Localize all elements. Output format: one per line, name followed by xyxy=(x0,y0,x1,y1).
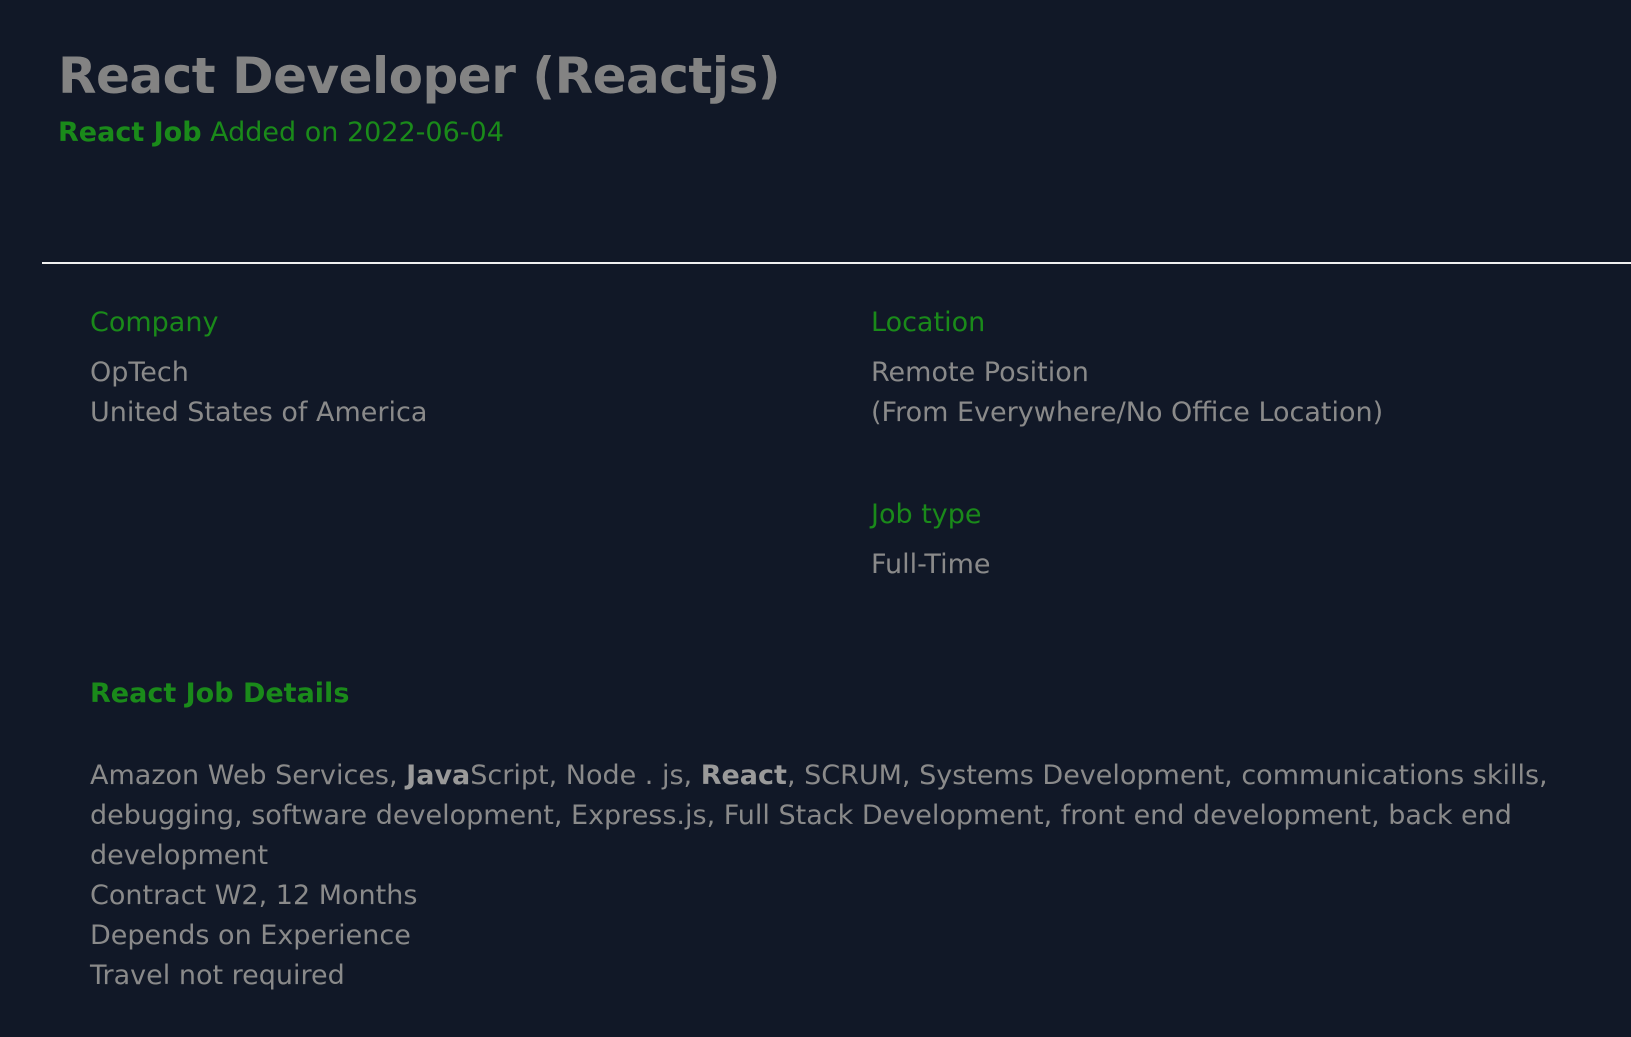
job-subtitle: React Job Added on 2022-06-04 xyxy=(58,116,780,150)
job-details-heading: React Job Details xyxy=(90,678,350,709)
skills-highlight-java: Java xyxy=(406,760,471,791)
job-header: React Developer (Reactjs) React Job Adde… xyxy=(58,40,781,150)
company-country: United States of America xyxy=(90,397,428,428)
job-title: React Developer (Reactjs) xyxy=(58,47,781,105)
job-type-label: Job type xyxy=(871,499,982,530)
company-label: Company xyxy=(90,307,219,338)
location-section: Location Remote Position (From Everywher… xyxy=(871,305,1383,433)
skills-text-1: Amazon Web Services, xyxy=(90,760,407,791)
location-line2: (From Everywhere/No Office Location) xyxy=(871,397,1384,428)
location-line1: Remote Position xyxy=(871,357,1089,388)
location-value: Remote Position (From Everywhere/No Offi… xyxy=(871,353,1383,433)
section-divider xyxy=(42,262,1631,264)
job-category: React Job xyxy=(58,117,202,148)
job-skills: Amazon Web Services, JavaScript, Node . … xyxy=(90,756,1610,876)
company-name: OpTech xyxy=(90,357,189,388)
skills-highlight-react: React xyxy=(700,760,787,791)
company-value: OpTech United States of America xyxy=(90,353,427,433)
location-label: Location xyxy=(871,307,986,338)
company-section: Company OpTech United States of America xyxy=(90,305,427,433)
job-added-date: Added on 2022-06-04 xyxy=(201,117,504,148)
job-details-body: Amazon Web Services, JavaScript, Node . … xyxy=(90,756,1610,996)
job-pay: Depends on Experience xyxy=(90,920,411,951)
job-type-section: Job type Full-Time xyxy=(871,497,991,585)
skills-text-2: Script, Node . js, xyxy=(470,760,701,791)
job-travel: Travel not required xyxy=(90,960,345,991)
job-contract: Contract W2, 12 Months xyxy=(90,880,418,911)
job-type-value: Full-Time xyxy=(871,549,991,580)
